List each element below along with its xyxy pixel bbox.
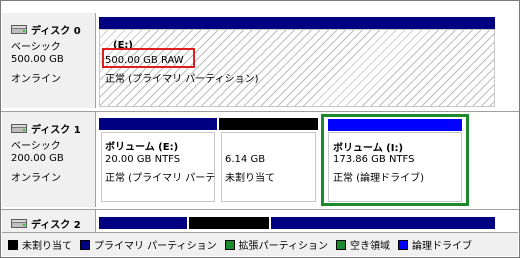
disk-1-info[interactable]: ディスク 1 ベーシック 200.00 GB オンライン [2,112,96,207]
legend-label: 論理ドライブ [412,241,472,252]
disk-name: ディスク 2 [31,220,81,231]
legend-swatch [8,239,18,250]
unallocated-bar [219,118,318,130]
extended-partition-highlight [321,114,469,206]
legend-label: 拡張パーティション [238,241,328,252]
legend-swatch [336,239,346,250]
partition-disk2-1[interactable] [99,217,187,232]
partition-disk2-2[interactable] [189,217,269,232]
legend-label: 未割り当て [22,241,72,252]
primary-partition-bar [99,118,217,130]
legend-swatch [224,239,235,250]
disk-status: オンライン [11,173,61,184]
disk-type: ベーシック [11,42,61,53]
legend-item-free: 空き領域 [336,237,390,252]
partition-label: ボリューム (E:) [105,142,179,153]
disk-size: 500.00 GB [11,54,64,65]
partition-hatch [99,29,495,107]
disk-2-info[interactable]: ディスク 2 [2,210,96,232]
partition-disk1-unallocated[interactable]: 6.14 GB 未割り当て [219,118,318,204]
raw-size-highlight [102,48,195,68]
partition-size: 20.00 GB NTFS [105,154,181,165]
partition-state: 未割り当て [225,173,275,184]
disk-map-panel: ディスク 0 ベーシック 500.00 GB オンライン (E:) 500.00… [0,0,520,258]
primary-partition-bar [99,17,495,29]
primary-partition-bar [271,217,495,229]
disk-icon [11,124,27,133]
disk-icon [11,25,27,34]
partition-state: 正常 (プライマリ パーテ [105,173,216,184]
disk-status: オンライン [11,74,61,85]
partition-size: 6.14 GB [225,154,266,165]
legend-swatch [80,239,90,250]
legend-item-logical: 論理ドライブ [398,237,472,252]
disk-size: 200.00 GB [11,153,64,164]
partition-state: 正常 (プライマリ パーティション) [105,74,259,85]
disk-type: ベーシック [11,141,61,152]
disk-name: ディスク 0 [31,26,81,37]
unallocated-bar [189,217,269,229]
disk-name: ディスク 1 [31,125,81,136]
legend-item-extended: 拡張パーティション [224,237,328,252]
disk-0-info[interactable]: ディスク 0 ベーシック 500.00 GB オンライン [2,13,96,108]
legend-label: プライマリ パーティション [94,241,217,252]
legend: 未割り当て プライマリ パーティション 拡張パーティション 空き領域 論理ドライ… [2,232,518,256]
legend-swatch [398,239,408,250]
legend-item-unallocated: 未割り当て [8,237,72,252]
legend-label: 空き領域 [350,241,390,252]
disk-icon [11,219,27,228]
partition-disk2-3[interactable] [271,217,495,232]
primary-partition-bar [99,217,187,229]
partition-body [221,132,316,202]
legend-item-primary: プライマリ パーティション [80,237,217,252]
partition-disk1-e[interactable]: ボリューム (E:) 20.00 GB NTFS 正常 (プライマリ パーテ [99,118,217,204]
